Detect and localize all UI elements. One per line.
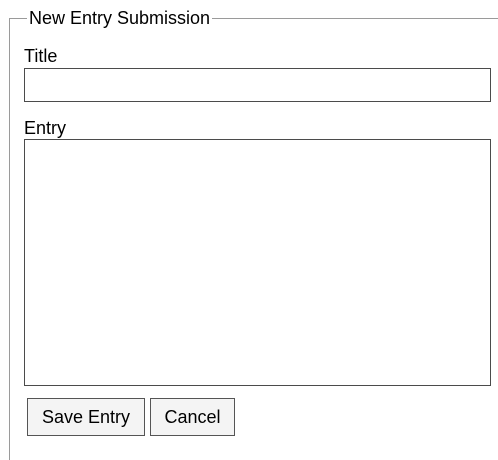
title-input[interactable] [24, 68, 491, 102]
save-entry-button[interactable]: Save Entry [27, 398, 145, 436]
entry-label: Entry [24, 118, 67, 138]
title-label: Title [24, 46, 58, 66]
form-legend: New Entry Submission [27, 7, 213, 29]
entry-textarea[interactable] [24, 139, 491, 386]
cancel-button[interactable]: Cancel [150, 398, 235, 436]
